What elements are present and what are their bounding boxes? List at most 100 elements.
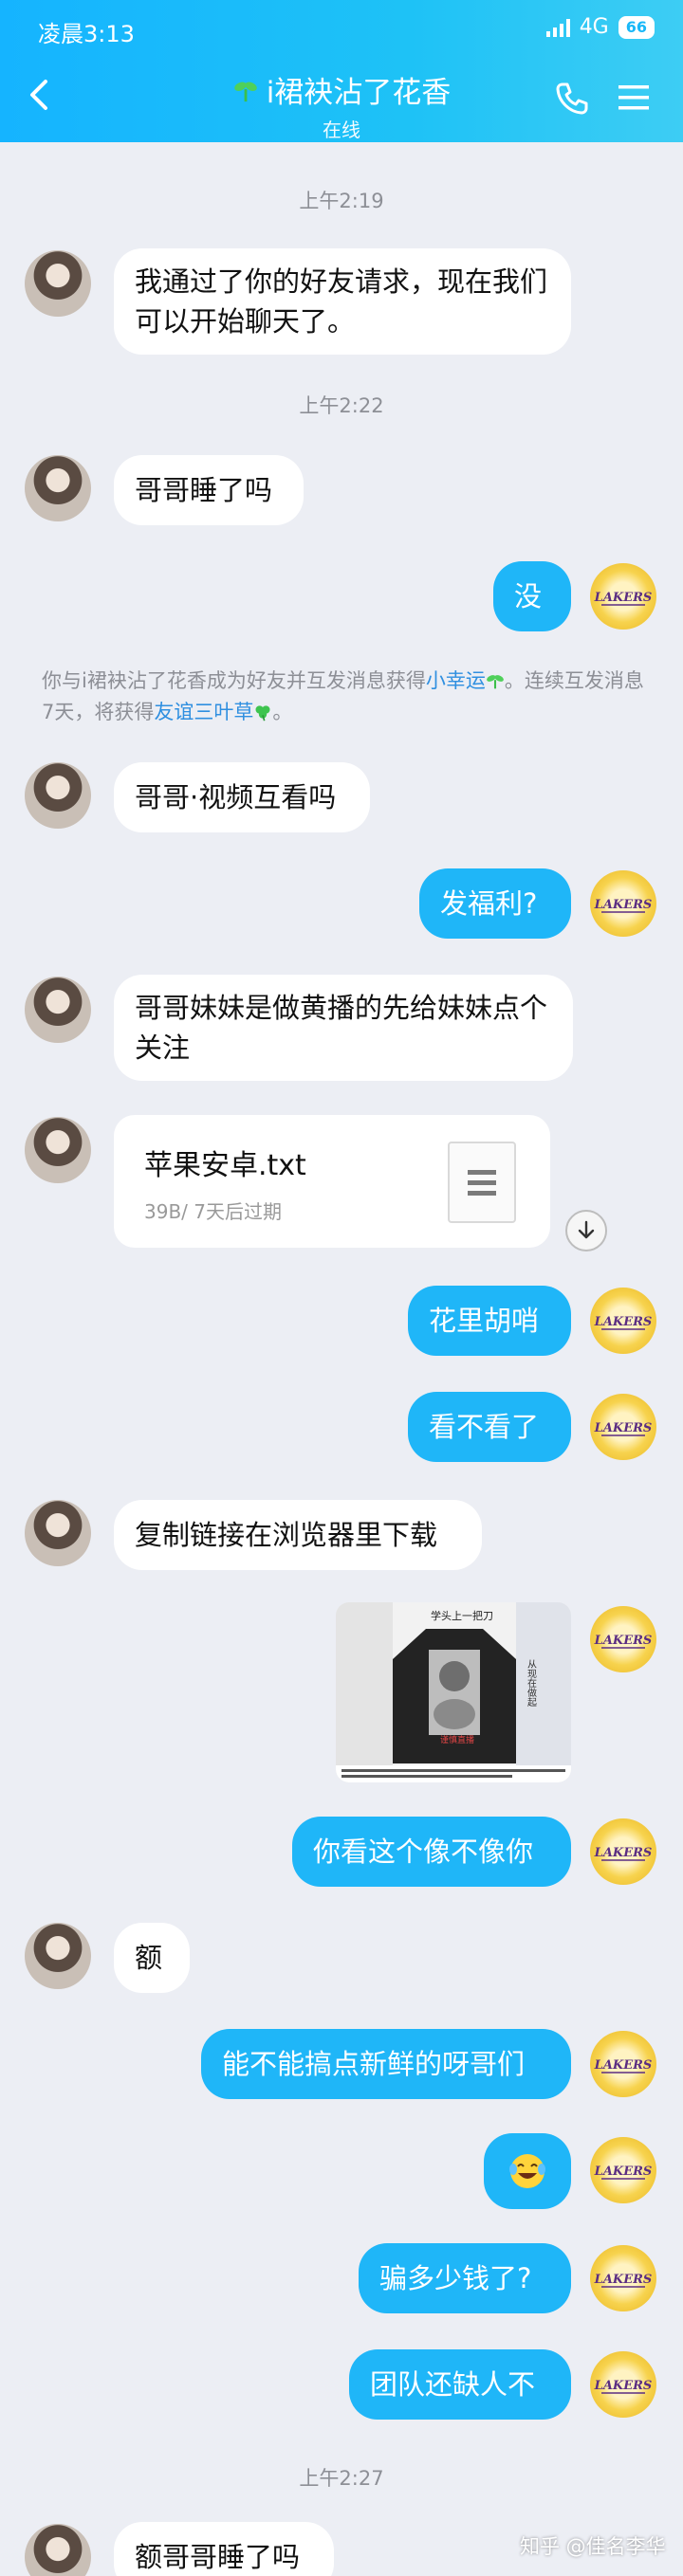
lucky-link[interactable]: 小幸运 (426, 669, 486, 692)
message-text: 你看这个像不像你 (313, 1835, 534, 1868)
message-text: 看不看了 (429, 1410, 540, 1443)
message-text: 哥哥睡了吗 (135, 473, 273, 506)
self-avatar[interactable]: LAKERS (590, 2137, 656, 2203)
message-bubble[interactable]: 没 (493, 561, 571, 631)
file-meta: 39B/ 7天后过期 (144, 1200, 282, 1223)
message-text: 复制链接在浏览器里下载 (135, 1518, 438, 1551)
svg-text:LAKERS: LAKERS (594, 2379, 653, 2393)
message-bubble[interactable]: 看不看了 (408, 1392, 571, 1462)
self-avatar[interactable]: LAKERS (590, 1288, 656, 1354)
message-bubble[interactable]: 哥哥睡了吗 (114, 455, 304, 525)
contact-avatar[interactable] (25, 1923, 91, 1989)
svg-text:LAKERS: LAKERS (594, 2273, 653, 2287)
clover-link[interactable]: 友谊三叶草 (154, 701, 253, 723)
file-message[interactable]: 苹果安卓.txt 39B/ 7天后过期 (114, 1115, 550, 1248)
message-text: 额 (135, 1941, 163, 1974)
chat-title-text: i裙袂沾了花香 (266, 76, 452, 110)
file-icon (448, 1142, 516, 1223)
self-avatar[interactable]: LAKERS (590, 563, 656, 630)
laugh-cry-emoji (509, 2154, 545, 2188)
lakers-logo: LAKERS (594, 1634, 653, 1649)
message-text: 能不能搞点新鲜的呀哥们 (222, 2047, 526, 2080)
poster-image: 学头上一把刀 谨慎直播 从现在做起 (336, 1602, 571, 1782)
chat-title: i裙袂沾了花香 (232, 68, 452, 111)
message-text: 没 (514, 579, 543, 612)
svg-text:LAKERS: LAKERS (594, 1634, 653, 1648)
lakers-logo: LAKERS (594, 1846, 653, 1861)
sprout-icon (233, 82, 257, 101)
image-message[interactable]: 学头上一把刀 谨慎直播 从现在做起 (336, 1602, 571, 1782)
timestamp: 上午2:19 (299, 190, 384, 212)
message-text: 团队还缺人不 (370, 2367, 536, 2401)
download-button[interactable] (565, 1210, 607, 1251)
sprout-icon (486, 675, 504, 689)
timestamp: 上午2:22 (299, 394, 384, 417)
message-bubble[interactable]: 哥哥妹妹是做黄播的先给妹妹点个关注 (114, 975, 573, 1081)
svg-text:LAKERS: LAKERS (594, 2058, 653, 2073)
message-bubble[interactable]: 团队还缺人不 (349, 2349, 571, 2420)
svg-text:LAKERS: LAKERS (594, 2165, 653, 2179)
menu-icon (618, 85, 649, 110)
message-bubble[interactable]: 你看这个像不像你 (292, 1817, 571, 1887)
menu-button[interactable] (617, 83, 651, 112)
contact-avatar[interactable] (25, 250, 91, 317)
message-text: 我通过了你的好友请求，现在我们可以开始聊天了。 (135, 265, 548, 338)
online-status: 在线 (323, 119, 360, 141)
contact-avatar[interactable] (25, 762, 91, 829)
message-text: 额哥哥睡了吗 (135, 2540, 301, 2573)
lakers-logo: LAKERS (594, 2379, 653, 2394)
lakers-logo: LAKERS (594, 2165, 653, 2180)
emoji-message[interactable] (484, 2133, 571, 2209)
svg-text:LAKERS: LAKERS (594, 898, 653, 912)
self-avatar[interactable]: LAKERS (590, 1606, 656, 1672)
lakers-logo: LAKERS (594, 1315, 653, 1330)
contact-avatar[interactable] (25, 2524, 91, 2576)
message-bubble[interactable]: 花里胡哨 (408, 1286, 571, 1356)
svg-text:LAKERS: LAKERS (594, 1315, 653, 1329)
lakers-logo: LAKERS (594, 898, 653, 913)
svg-text:LAKERS: LAKERS (594, 1846, 653, 1860)
lakers-logo: LAKERS (594, 2273, 653, 2288)
message-text: 哥哥妹妹是做黄播的先给妹妹点个关注 (135, 991, 548, 1064)
self-avatar[interactable]: LAKERS (590, 2031, 656, 2097)
svg-text:谨慎直播: 谨慎直播 (440, 1734, 474, 1745)
network-label: 4G (579, 15, 609, 39)
contact-avatar[interactable] (25, 1500, 91, 1566)
message-bubble[interactable]: 复制链接在浏览器里下载 (114, 1500, 482, 1570)
message-bubble[interactable]: 额哥哥睡了吗 (114, 2522, 334, 2576)
message-text: 骗多少钱了? (379, 2261, 532, 2294)
self-avatar[interactable]: LAKERS (590, 870, 656, 937)
message-text: 发福利? (440, 886, 538, 920)
contact-avatar[interactable] (25, 977, 91, 1043)
lakers-logo: LAKERS (594, 2058, 653, 2074)
message-bubble[interactable]: 发福利? (419, 868, 571, 939)
call-button[interactable] (555, 82, 589, 116)
message-bubble[interactable]: 能不能搞点新鲜的呀哥们 (201, 2029, 571, 2099)
svg-text:从现在做起: 从现在做起 (526, 1659, 537, 1708)
system-notice: 你与i裙袂沾了花香成为好友并互发消息获得小幸运 。连续互发消息7天，将获得友谊三叶… (42, 669, 644, 723)
message-bubble[interactable]: 我通过了你的好友请求，现在我们可以开始聊天了。 (114, 248, 571, 355)
file-name: 苹果安卓.txt (144, 1149, 306, 1182)
status-icons: 4G 66 (545, 15, 655, 39)
message-text: 花里胡哨 (429, 1304, 540, 1337)
message-text: 哥哥·视频互看吗 (135, 780, 337, 813)
self-avatar[interactable]: LAKERS (590, 2245, 656, 2311)
chat-header: 凌晨3:13 4G 66 i裙袂沾了花香 在线 (0, 0, 683, 142)
self-avatar[interactable]: LAKERS (590, 2351, 656, 2418)
watermark: 知乎 @佳名李华 (520, 2535, 666, 2558)
phone-icon (556, 82, 588, 115)
download-icon (578, 1220, 595, 1239)
timestamp: 上午2:27 (299, 2467, 384, 2490)
self-avatar[interactable]: LAKERS (590, 1818, 656, 1885)
svg-text:学头上一把刀: 学头上一把刀 (431, 1609, 493, 1622)
message-bubble[interactable]: 哥哥·视频互看吗 (114, 762, 370, 832)
lakers-logo: LAKERS (594, 591, 652, 606)
contact-avatar[interactable] (25, 1117, 91, 1183)
svg-text:LAKERS: LAKERS (594, 1421, 653, 1435)
self-avatar[interactable]: LAKERS (590, 1394, 656, 1460)
message-bubble[interactable]: 额 (114, 1923, 190, 1993)
contact-avatar[interactable] (25, 455, 91, 521)
battery-icon: 66 (618, 15, 655, 39)
lakers-logo: LAKERS (594, 1421, 653, 1436)
message-bubble[interactable]: 骗多少钱了? (359, 2243, 571, 2313)
